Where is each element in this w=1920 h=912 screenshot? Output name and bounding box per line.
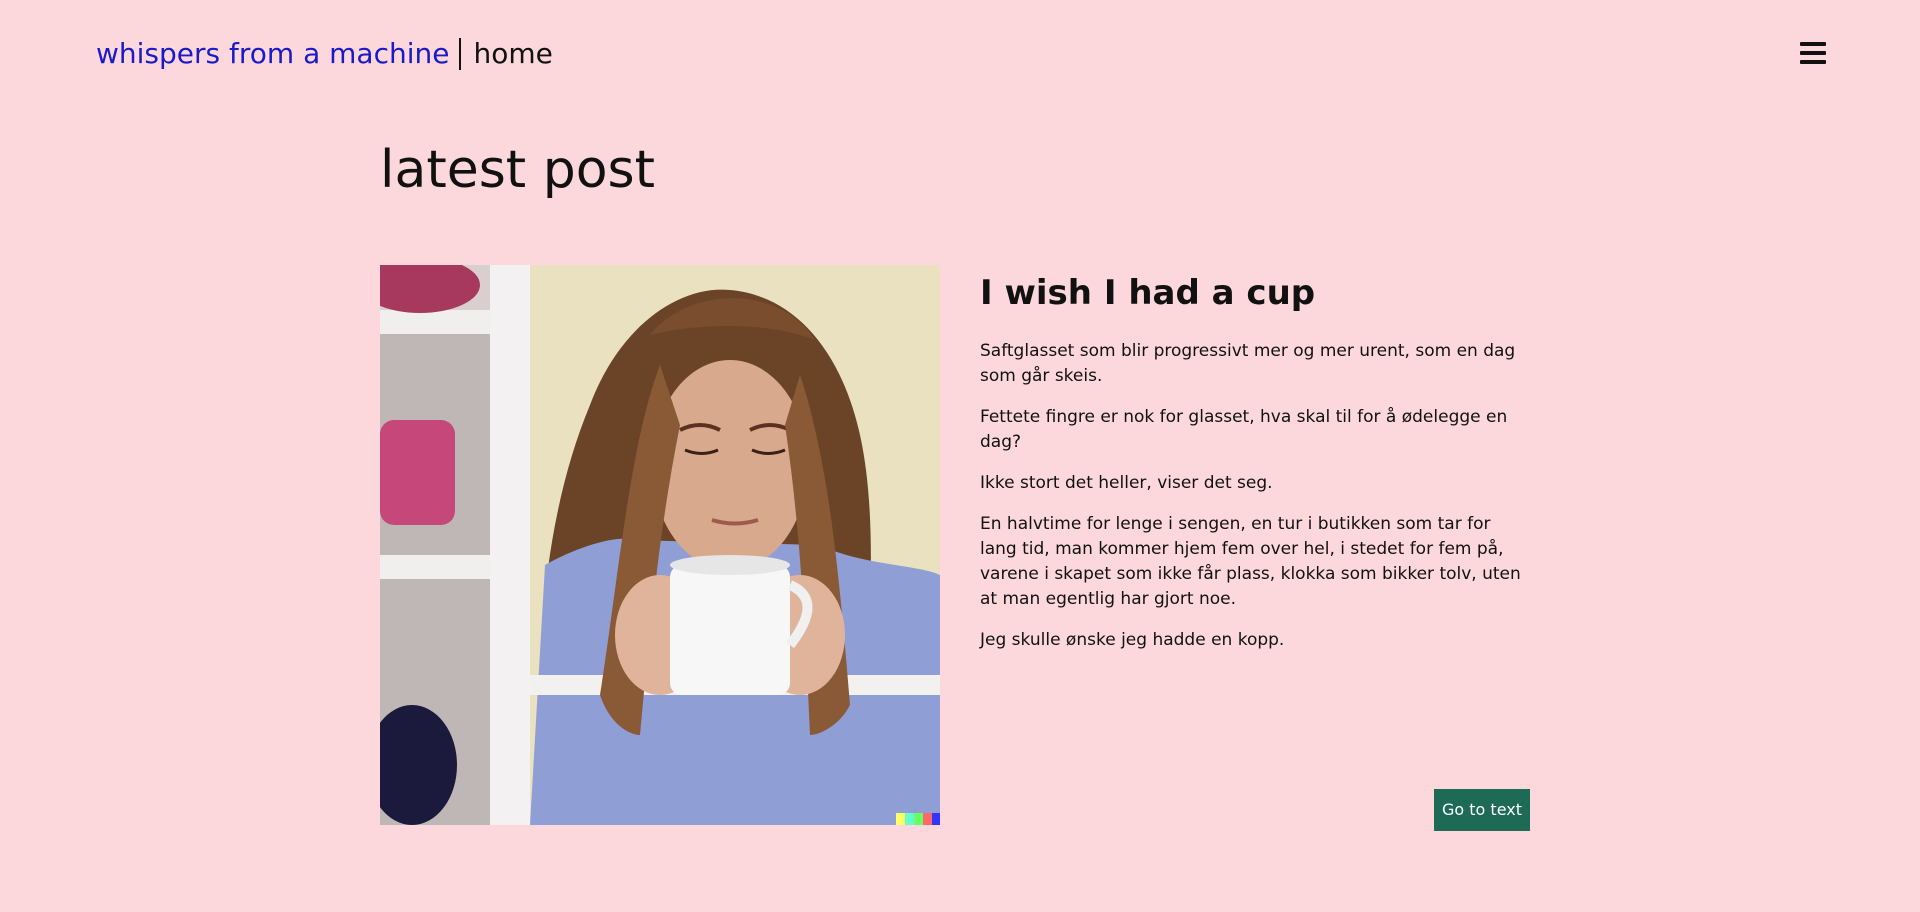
page: whispers from a machine home latest post [0,0,1920,912]
post-title: I wish I had a cup [980,273,1316,313]
site-title-link[interactable]: whispers from a machine [96,36,449,72]
post-paragraph: Saftglasset som blir progressivt mer og … [980,341,1516,386]
site-header: whispers from a machine home [96,36,553,72]
menu-bar [1800,60,1826,64]
breadcrumb-separator [459,38,462,70]
post-paragraph: Jeg skulle ønske jeg hadde en kopp. [980,630,1285,650]
menu-bar [1800,51,1826,55]
section-title: latest post [380,140,656,200]
menu-bar [1800,42,1826,46]
go-to-text-button[interactable]: Go to text [1434,789,1530,831]
post-paragraph: Fettete fingre er nok for glasset, hva s… [980,407,1508,452]
hamburger-menu-icon[interactable] [1800,42,1826,64]
post-image[interactable] [380,265,940,825]
breadcrumb-current-page: home [473,37,553,70]
post-image-illustration [380,265,940,825]
post-paragraph: Ikke stort det heller, viser det seg. [980,473,1273,493]
post-paragraph: En halvtime for lenge i sengen, en tur i… [980,514,1521,609]
post-content: I wish I had a cup Saftglasset som blir … [980,265,1530,669]
